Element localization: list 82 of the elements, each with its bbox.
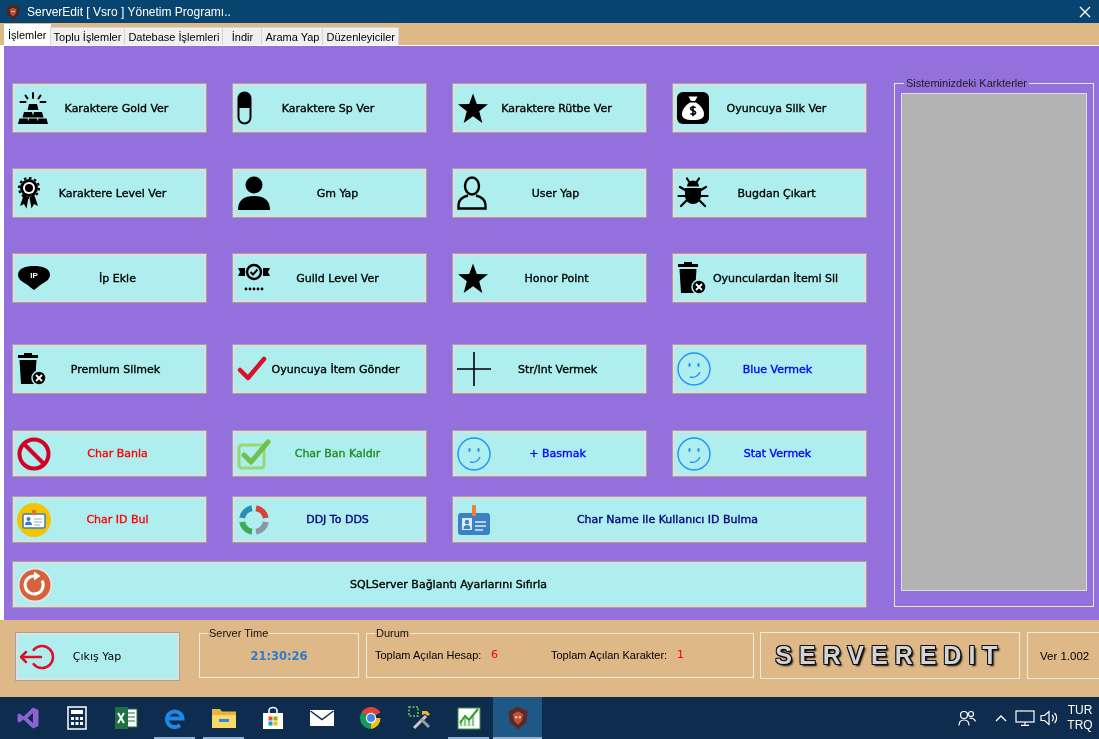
- ingots-icon: [17, 92, 49, 124]
- action-button[interactable]: User Yap: [452, 168, 647, 218]
- star-icon: [457, 262, 489, 294]
- action-button[interactable]: Karaktere Level Ver: [12, 168, 207, 218]
- people-icon: [958, 710, 976, 726]
- emblem-icon: [5, 3, 21, 20]
- action-button[interactable]: + Basmak: [452, 430, 647, 477]
- ring-arrows-icon: [237, 502, 271, 537]
- action-button[interactable]: Oyuncuya Silk Ver: [672, 83, 867, 133]
- action-button[interactable]: Char Name ile Kullanıcı ID Bulma: [452, 496, 867, 543]
- network-icon: [1015, 710, 1035, 726]
- star-icon: [457, 92, 489, 124]
- envelope-icon: [308, 709, 335, 727]
- speaker-icon: [1040, 710, 1058, 726]
- tab[interactable]: Arama Yap: [261, 27, 324, 45]
- checkbox-check-icon: [237, 437, 271, 470]
- server-time-value: 21:30:26: [250, 649, 308, 663]
- check-emblem-icon: [237, 263, 271, 293]
- action-button[interactable]: Bugdan Çıkart: [672, 168, 867, 218]
- action-button[interactable]: Gm Yap: [232, 168, 427, 218]
- plus-icon: [457, 352, 491, 386]
- chart-icon: [456, 706, 481, 730]
- id-badge-icon: [457, 503, 491, 536]
- action-button[interactable]: Oyuncuya İtem Gönder: [232, 344, 427, 394]
- language-button[interactable]: TUR TRQ: [1061, 697, 1099, 739]
- browser-logo-icon: [162, 706, 187, 730]
- trash-delete-icon: [677, 261, 707, 295]
- action-button[interactable]: IP İp Ekle: [12, 253, 207, 303]
- action-button[interactable]: Blue Vermek: [672, 344, 867, 394]
- action-button[interactable]: Karaktere Rütbe Ver: [452, 83, 647, 133]
- action-button[interactable]: Guild Level Ver: [232, 253, 427, 303]
- capsule-icon: [237, 91, 252, 125]
- tab[interactable]: İndir: [222, 27, 263, 45]
- person-icon: [237, 176, 271, 210]
- prohibited-icon: [17, 436, 51, 471]
- check-icon: [237, 356, 267, 382]
- action-button[interactable]: Str/Int Vermek: [452, 344, 647, 394]
- calculator-icon: [66, 706, 87, 730]
- folder-icon: [210, 707, 237, 729]
- caret-up-icon: [995, 714, 1007, 722]
- action-button[interactable]: Honor Point: [452, 253, 647, 303]
- stat-value: 6: [491, 648, 498, 661]
- smiley-icon: [677, 436, 711, 471]
- action-button[interactable]: Karaktere Sp Ver: [232, 83, 427, 133]
- logo-text: SERVEREDIT: [775, 641, 1005, 670]
- exit-button[interactable]: Çıkış Yap: [15, 632, 180, 681]
- group-label: Durum: [375, 627, 410, 639]
- spreadsheet-icon: [113, 706, 138, 730]
- action-button[interactable]: Char Ban Kaldır: [232, 430, 427, 477]
- smiley-icon: [677, 352, 711, 386]
- loop-logo-icon: [15, 706, 40, 730]
- smiley-icon: [457, 436, 491, 471]
- action-button[interactable]: Oyunculardan İtemi Sil: [672, 253, 867, 303]
- group-label: Server Time: [208, 627, 270, 639]
- close-icon: [1079, 5, 1091, 18]
- tools-icon: [407, 706, 432, 730]
- action-button[interactable]: Stat Vermek: [672, 430, 867, 477]
- tab[interactable]: Düzenleyiciler: [322, 27, 399, 45]
- round-logo-icon: [358, 706, 383, 730]
- stat-label: Toplam Açılan Karakter:: [551, 648, 668, 661]
- trash-delete-icon: [17, 352, 47, 386]
- person-outline-icon: [457, 176, 487, 210]
- group-label: Sisteminizdeki Karkterler: [905, 77, 1029, 89]
- refresh-icon: [17, 566, 53, 603]
- money-bag-icon: [677, 92, 709, 124]
- stat-label: Toplam Açılan Hesap:: [375, 648, 482, 661]
- action-button[interactable]: Karaktere Gold Ver: [12, 83, 207, 133]
- id-card-icon: [17, 502, 51, 537]
- tab[interactable]: Datebase İşlemleri: [124, 27, 224, 45]
- bug-icon: [677, 177, 709, 209]
- ip-badge-icon: IP: [17, 265, 51, 291]
- action-button[interactable]: DDJ To DDS: [232, 496, 427, 543]
- tab[interactable]: Toplu İşlemler: [49, 27, 126, 45]
- shopping-bag-icon: [260, 706, 285, 730]
- tab[interactable]: İşlemler: [4, 24, 51, 45]
- action-button[interactable]: Premium Silmek: [12, 344, 207, 394]
- rosette-icon: [17, 177, 41, 209]
- action-button[interactable]: SQLServer Bağlantı Ayarlarını Sıfırla: [12, 561, 867, 608]
- emblem-icon: [505, 706, 530, 730]
- version-text: Ver 1.002: [1040, 649, 1090, 662]
- stat-value: 1: [677, 648, 684, 661]
- window-title: ServerEdit [ Vsro ] Yönetim Programı..: [27, 4, 231, 19]
